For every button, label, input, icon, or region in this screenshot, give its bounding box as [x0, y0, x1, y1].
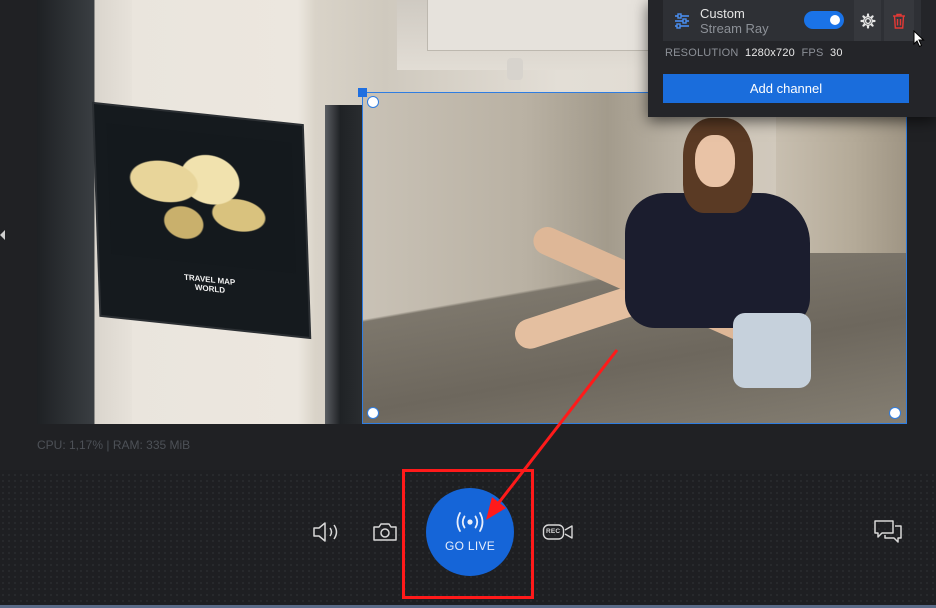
add-channel-button[interactable]: Add channel: [663, 74, 909, 103]
poster-title: TRAVEL MAP WORLD: [183, 272, 236, 295]
scene-door-frame: [325, 105, 363, 424]
scene-ceiling-tile: [427, 0, 669, 51]
mouse-cursor-icon: [913, 30, 925, 48]
scene-world-map-poster: TRAVEL MAP WORLD: [94, 104, 310, 337]
trash-icon: [893, 13, 905, 29]
resize-handle-corner[interactable]: [358, 88, 367, 97]
channel-service: Stream Ray: [700, 21, 769, 36]
go-live-button[interactable]: GO LIVE: [426, 488, 514, 576]
speaker-icon[interactable]: [311, 520, 343, 544]
overlay-person-shorts: [733, 313, 811, 388]
performance-stats: CPU: 1,17% | RAM: 335 MiB: [37, 438, 191, 452]
channel-name: Custom: [700, 6, 745, 21]
overlay-person-face: [695, 135, 735, 187]
poster-map: [106, 123, 297, 274]
channel-settings-button[interactable]: [854, 0, 881, 41]
resize-handle-bottom-left[interactable]: [367, 407, 379, 419]
resize-handle-bottom-right[interactable]: [889, 407, 901, 419]
overlay-image-source[interactable]: [362, 92, 907, 424]
record-button[interactable]: REC: [542, 522, 574, 542]
record-label: REC: [546, 528, 561, 535]
sliders-icon[interactable]: [673, 12, 691, 30]
channel-resolution-info: RESOLUTION 1280x720 FPS 30: [665, 47, 843, 59]
channel-popup: Custom Stream Ray RESOLUTION 1280x720 FP…: [648, 0, 936, 117]
gear-icon: [859, 12, 876, 29]
channel-delete-button[interactable]: [884, 0, 914, 41]
fps-value: 30: [830, 47, 843, 59]
broadcast-icon: [456, 512, 484, 532]
channel-enable-toggle[interactable]: [804, 11, 844, 29]
overlay-person-torso: [625, 193, 810, 328]
scene-security-camera: [507, 58, 523, 80]
resize-handle-top-left[interactable]: [367, 96, 379, 108]
resolution-label: RESOLUTION: [665, 47, 739, 59]
chat-icon[interactable]: [873, 519, 903, 545]
toggle-knob: [830, 15, 840, 25]
go-live-label: GO LIVE: [444, 539, 496, 553]
camera-icon[interactable]: [372, 521, 398, 543]
collapse-left-icon[interactable]: [0, 230, 5, 240]
channel-row[interactable]: Custom Stream Ray: [663, 0, 921, 41]
resolution-value: 1280x720: [745, 47, 795, 59]
fps-label: FPS: [801, 47, 824, 59]
